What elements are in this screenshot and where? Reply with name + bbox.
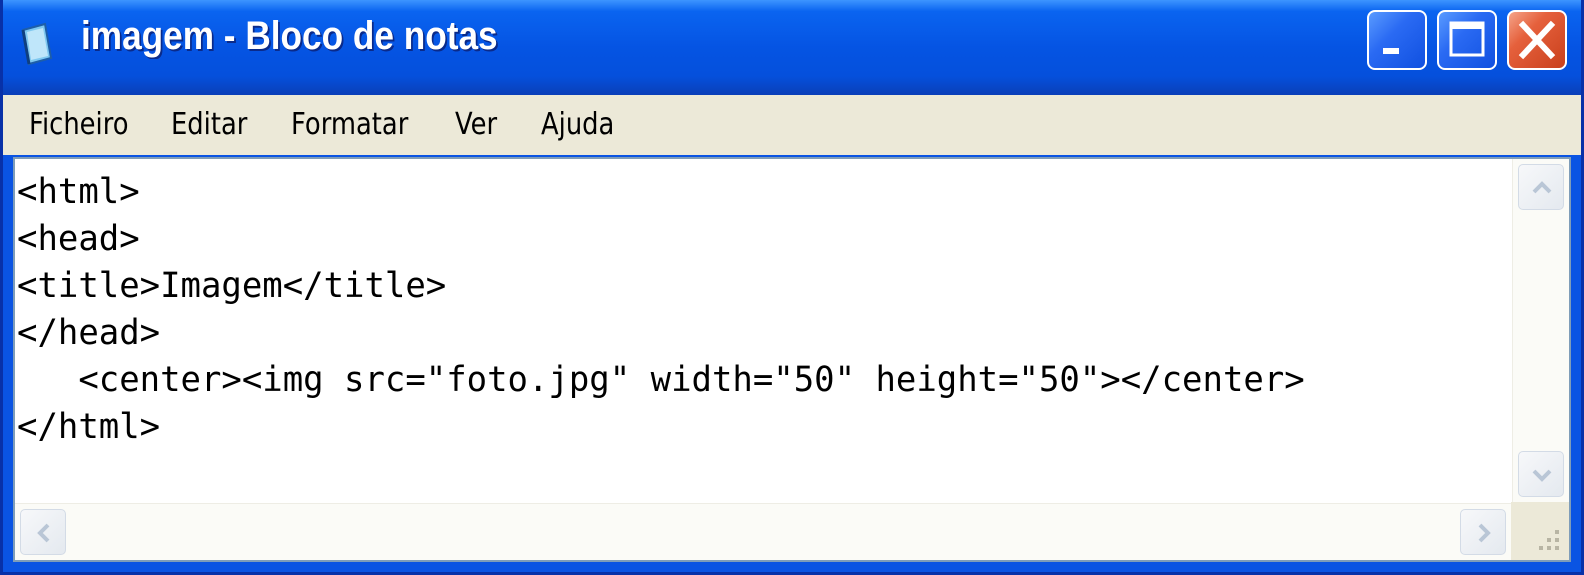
title-bar[interactable]: imagem - Bloco de notas	[3, 0, 1581, 95]
resize-grip-icon	[1539, 530, 1559, 550]
scroll-down-button[interactable]	[1518, 451, 1564, 497]
text-line: <html>	[17, 172, 140, 212]
text-content[interactable]: <html> <head> <title>Imagem</title> </head>…	[15, 159, 1511, 502]
minimize-icon	[1383, 48, 1399, 54]
window-title: imagem - Bloco de notas	[81, 14, 498, 58]
close-icon	[1518, 20, 1556, 60]
arrow-left-icon	[37, 523, 50, 543]
menu-ajuda[interactable]: Ajuda	[541, 107, 614, 142]
arrow-up-icon	[1532, 181, 1552, 194]
menu-ficheiro[interactable]: Ficheiro	[29, 107, 129, 142]
text-line: </head>	[17, 313, 161, 353]
text-editor[interactable]: <html> <head> <title>Imagem</title> </head>…	[13, 157, 1571, 562]
text-line: <center><img src="foto.jpg" width="50" h…	[17, 360, 1305, 400]
close-button[interactable]	[1507, 10, 1567, 70]
scroll-up-button[interactable]	[1518, 164, 1564, 210]
minimize-button[interactable]	[1367, 10, 1427, 70]
text-line: <head>	[17, 219, 140, 259]
scroll-right-button[interactable]	[1460, 509, 1506, 555]
menu-bar: Ficheiro Editar Formatar Ver Ajuda	[3, 95, 1581, 155]
arrow-down-icon	[1532, 469, 1552, 482]
menu-editar[interactable]: Editar	[171, 107, 247, 142]
menu-formatar[interactable]: Formatar	[291, 107, 408, 142]
scroll-left-button[interactable]	[20, 509, 66, 555]
arrow-right-icon	[1478, 523, 1491, 543]
vertical-scrollbar[interactable]	[1512, 159, 1569, 502]
horizontal-scrollbar[interactable]	[15, 503, 1511, 560]
notepad-icon[interactable]	[17, 22, 57, 66]
maximize-button[interactable]	[1437, 10, 1497, 70]
notepad-window: imagem - Bloco de notas Ficheiro Editar …	[0, 0, 1584, 575]
size-grip[interactable]	[1511, 502, 1569, 560]
text-line: </html>	[17, 407, 161, 447]
maximize-icon	[1449, 21, 1485, 57]
text-line: <title>Imagem</title>	[17, 266, 447, 306]
menu-ver[interactable]: Ver	[455, 107, 497, 142]
